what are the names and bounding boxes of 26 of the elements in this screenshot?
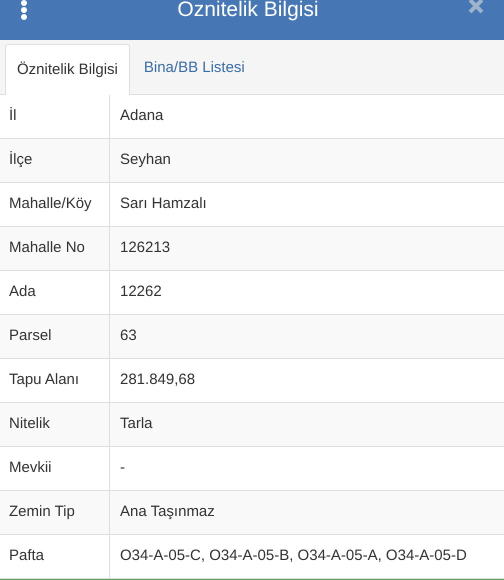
field-value: 281.849,68 — [120, 370, 196, 390]
field-label: Mahalle No — [9, 238, 85, 258]
field-value: Sarı Hamzalı — [120, 194, 207, 214]
field-value: 126213 — [120, 238, 170, 258]
tab[interactable]: Bina/BB Listesi — [130, 43, 259, 94]
field-label: Tapu Alanı — [9, 370, 80, 390]
field-value: Ana Taşınmaz — [120, 502, 215, 522]
field-label: Mahalle/Köy — [9, 194, 92, 214]
field-label: Mevkii — [9, 458, 52, 478]
tab[interactable]: Öznitelik Bilgisi — [5, 44, 130, 95]
field-value: 63 — [120, 326, 137, 346]
field-value: Seyhan — [120, 150, 171, 170]
field-label: Parsel — [9, 326, 52, 346]
field-value: 12262 — [120, 282, 162, 302]
field-value: - — [120, 458, 125, 478]
field-label: İl — [9, 106, 16, 126]
field-label: Zemin Tip — [9, 502, 75, 522]
menu-icon[interactable] — [20, 0, 28, 20]
field-label: İlçe — [9, 150, 32, 170]
field-value: O34-A-05-C, O34-A-05-B, O34-A-05-A, O34-A-05-D — [120, 546, 467, 566]
field-label: Ada — [9, 282, 36, 302]
field-value: Tarla — [120, 414, 153, 434]
field-value: Adana — [120, 106, 164, 126]
field-label: Pafta — [9, 546, 44, 566]
window-title: Oznitelik Bilgisi — [177, 0, 319, 21]
field-label: Nitelik — [9, 414, 50, 434]
